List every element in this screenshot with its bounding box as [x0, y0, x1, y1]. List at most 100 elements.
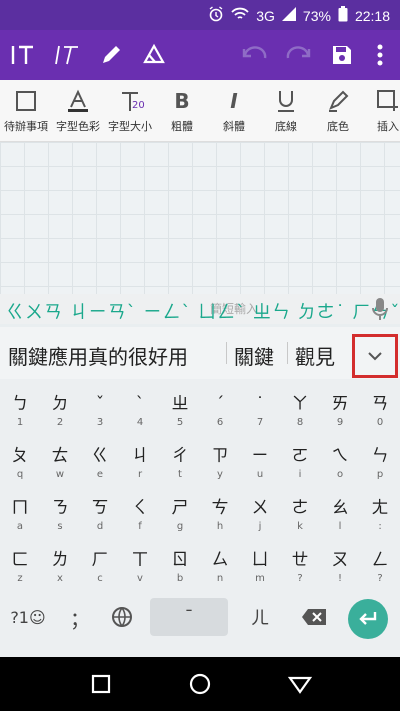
key-sublabel: h	[216, 521, 224, 532]
key-g[interactable]: ㄕg	[160, 489, 200, 539]
alarm-icon	[208, 6, 224, 25]
key-t[interactable]: ㄔt	[160, 437, 200, 487]
key-sublabel: o	[336, 469, 344, 480]
candidate-1[interactable]: 關鍵應用真的很好用	[8, 341, 188, 370]
key-c[interactable]: ㄏc	[80, 541, 120, 591]
key-zhuyin: ㄋ	[51, 498, 69, 518]
key-3[interactable]: ˇ3	[80, 385, 120, 435]
key-e[interactable]: ㄍe	[80, 437, 120, 487]
language-key[interactable]	[104, 597, 140, 637]
key-s[interactable]: ㄋs	[40, 489, 80, 539]
home-button[interactable]	[187, 671, 213, 697]
bold-button[interactable]: B 粗體	[154, 86, 210, 134]
key-y[interactable]: ㄗy	[200, 437, 240, 487]
key-sublabel: y	[217, 469, 223, 480]
key-![interactable]: ㄡ!	[320, 541, 360, 591]
italic-button[interactable]: I 斜體	[206, 86, 262, 134]
handwriting-text-icon[interactable]	[52, 40, 82, 70]
note-canvas[interactable]	[0, 142, 400, 294]
symbols-key[interactable]: ?1☺	[4, 597, 52, 637]
key-sublabel: 6	[216, 417, 224, 428]
todo-button[interactable]: 待辦事項	[0, 86, 54, 134]
candidate-bar: 關鍵應用真的很好用 關鍵 觀見	[0, 327, 400, 379]
key-zhuyin: ㄗ	[211, 446, 229, 466]
key-sublabel: q	[16, 469, 24, 480]
punctuation-key[interactable]: ；	[56, 597, 104, 637]
key-z[interactable]: ㄈz	[0, 541, 40, 591]
checkbox-icon	[0, 86, 54, 116]
highlight-button[interactable]: 底色	[310, 86, 366, 134]
key-0[interactable]: ㄢ0	[360, 385, 400, 435]
pen-icon[interactable]	[96, 40, 126, 70]
bold-icon: B	[174, 89, 190, 113]
key-5[interactable]: ㄓ5	[160, 385, 200, 435]
save-icon[interactable]	[327, 40, 357, 70]
undo-icon[interactable]	[240, 40, 270, 70]
key-?[interactable]: ㄥ?	[360, 541, 400, 591]
font-size-badge: 20	[132, 100, 145, 111]
enter-icon	[359, 612, 377, 625]
enter-key[interactable]	[348, 599, 388, 639]
zhuyin-keyboard: ?1☺ ； ˉ ㄦ ㄅ 1 ㄉ 2 ˇ 3 ˋ 4 ㄓ 5 ˊ 6 ˙ 7 ㄚ 8 ㄞ 9 ㄢ 0 ㄆ q ㄊ w ㄍ e ㄐ r ㄔ t…	[0, 379, 400, 657]
key-2[interactable]: ㄉ2	[40, 385, 80, 435]
font-color-button[interactable]: 字型色彩	[50, 86, 106, 134]
key-:[interactable]: ㄤ:	[360, 489, 400, 539]
key-x[interactable]: ㄌx	[40, 541, 80, 591]
key-zhuyin: ㄎ	[91, 498, 109, 518]
redo-icon[interactable]	[283, 40, 313, 70]
key-9[interactable]: ㄞ9	[320, 385, 360, 435]
key-sublabel: 7	[256, 417, 264, 428]
key-p[interactable]: ㄣp	[360, 437, 400, 487]
insert-button[interactable]: 插入	[360, 86, 400, 134]
candidate-2[interactable]: 關鍵	[234, 341, 274, 370]
key-k[interactable]: ㄜk	[280, 489, 320, 539]
key-f[interactable]: ㄑf	[120, 489, 160, 539]
more-options-icon[interactable]	[365, 40, 395, 70]
key-sublabel: u	[256, 469, 264, 480]
text-format-icon[interactable]	[8, 40, 38, 70]
key-zhuyin: ㄩ	[251, 550, 269, 570]
key-8[interactable]: ㄚ8	[280, 385, 320, 435]
key-j[interactable]: ㄨj	[240, 489, 280, 539]
recents-button[interactable]	[88, 671, 114, 697]
backspace-key[interactable]	[294, 597, 334, 637]
key-l[interactable]: ㄠl	[320, 489, 360, 539]
key-n[interactable]: ㄙn	[200, 541, 240, 591]
network-type: 3G	[256, 7, 275, 24]
key-sublabel: !	[337, 573, 342, 584]
key-6[interactable]: ˊ6	[200, 385, 240, 435]
key-v[interactable]: ㄒv	[120, 541, 160, 591]
todo-label: 待辦事項	[4, 120, 48, 133]
key-u[interactable]: ㄧu	[240, 437, 280, 487]
key-i[interactable]: ㄛi	[280, 437, 320, 487]
font-size-icon: 20	[102, 86, 158, 116]
key-a[interactable]: ㄇa	[0, 489, 40, 539]
font-size-button[interactable]: 20 字型大小	[102, 86, 158, 134]
er-key[interactable]: ㄦ	[240, 597, 280, 637]
triangle-icon	[287, 676, 313, 694]
key-4[interactable]: ˋ4	[120, 385, 160, 435]
key-b[interactable]: ㄖb	[160, 541, 200, 591]
key-w[interactable]: ㄊw	[40, 437, 80, 487]
key-zhuyin: ㄤ	[371, 498, 389, 518]
expand-candidates-button[interactable]	[352, 334, 398, 378]
key-m[interactable]: ㄩm	[240, 541, 280, 591]
key-d[interactable]: ㄎd	[80, 489, 120, 539]
key-?[interactable]: ㄝ?	[280, 541, 320, 591]
key-o[interactable]: ㄟo	[320, 437, 360, 487]
back-button[interactable]	[287, 671, 313, 697]
status-bar: 3G 73% 22:18	[0, 0, 400, 30]
space-key[interactable]: ˉ	[150, 598, 228, 636]
battery-percent: 73%	[302, 7, 331, 24]
key-q[interactable]: ㄆq	[0, 437, 40, 487]
candidate-3[interactable]: 觀見	[295, 341, 335, 370]
eraser-icon[interactable]	[140, 40, 170, 70]
key-h[interactable]: ㄘh	[200, 489, 240, 539]
microphone-icon[interactable]	[372, 297, 388, 321]
key-r[interactable]: ㄐr	[120, 437, 160, 487]
key-sublabel: l	[338, 521, 342, 532]
key-1[interactable]: ㄅ1	[0, 385, 40, 435]
underline-button[interactable]: 底線	[258, 86, 314, 134]
key-7[interactable]: ˙ 7	[240, 385, 280, 435]
key-zhuyin: ㄙ	[211, 550, 229, 570]
